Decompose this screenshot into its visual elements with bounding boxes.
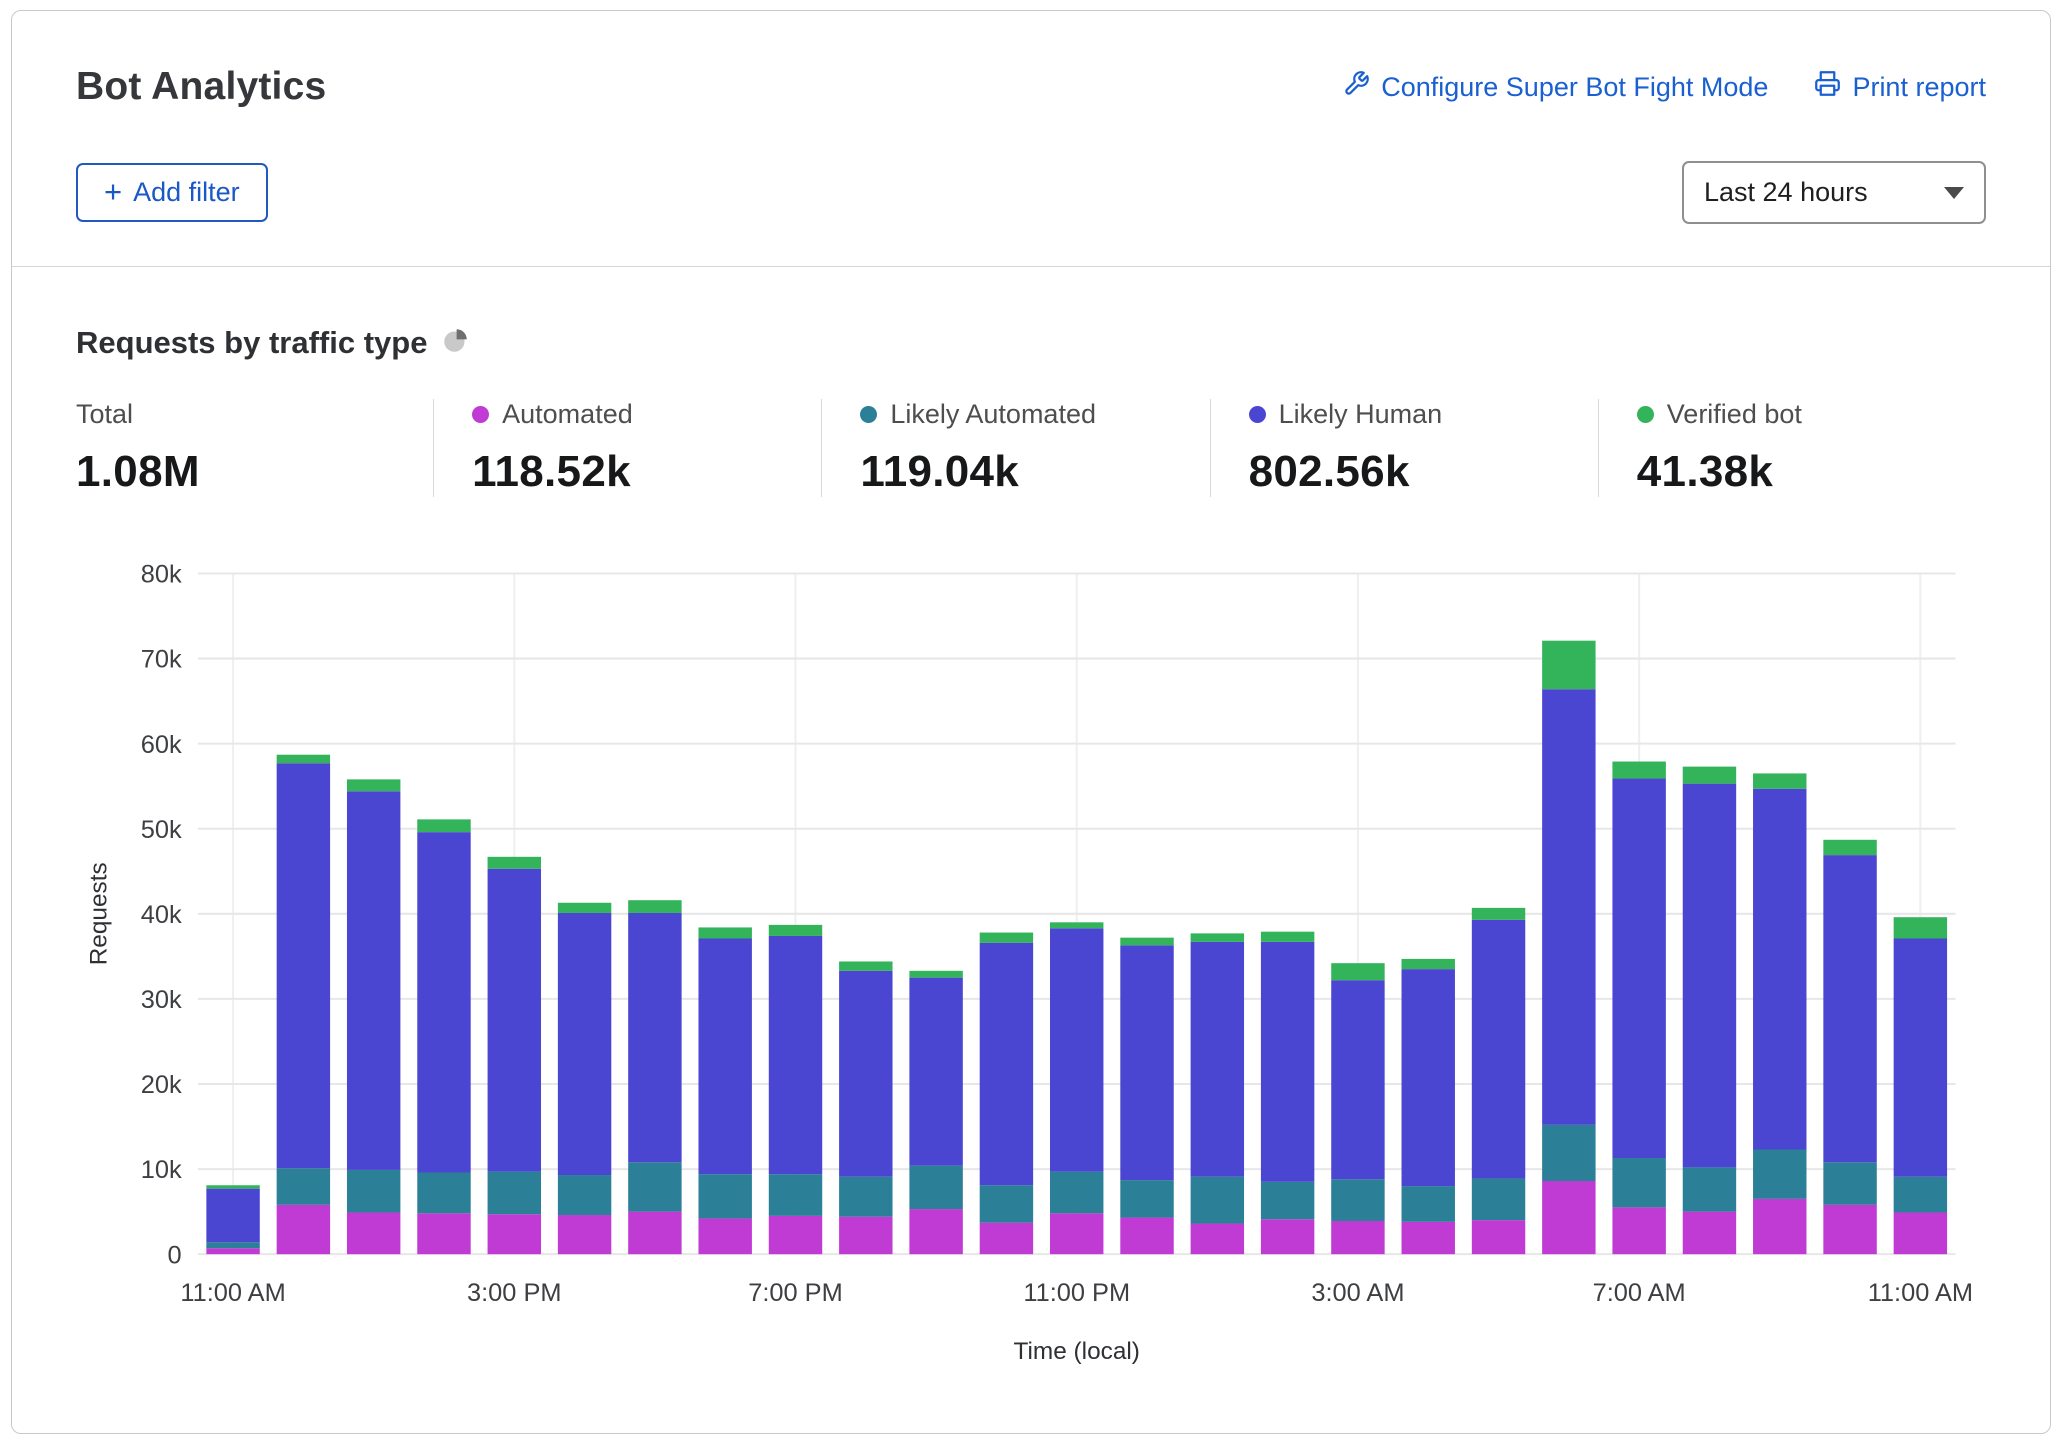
section-title: Requests by traffic type <box>76 325 427 361</box>
legend-dot-likely-human <box>1249 406 1266 423</box>
svg-text:0: 0 <box>168 1241 182 1269</box>
requests-by-traffic-type-chart: 0 10k 20k 30k 40k 50k 60k 70k 80k 11:00 AM 3:00 PM… <box>12 543 2050 1395</box>
stat-label: Total <box>76 399 133 430</box>
configure-link-label: Configure Super Bot Fight Mode <box>1381 72 1768 103</box>
svg-text:40k: 40k <box>141 901 182 929</box>
bot-analytics-card: Bot Analytics Configure Super Bot Fight … <box>11 10 2051 1434</box>
svg-text:3:00 PM: 3:00 PM <box>467 1279 562 1307</box>
svg-text:20k: 20k <box>141 1071 182 1099</box>
stat-label: Likely Automated <box>890 399 1096 430</box>
add-filter-button[interactable]: + Add filter <box>76 163 268 222</box>
svg-text:7:00 AM: 7:00 AM <box>1593 1279 1686 1307</box>
stat-total: Total 1.08M <box>76 399 433 497</box>
section-title-row: Requests by traffic type <box>12 325 2050 361</box>
svg-text:11:00 AM: 11:00 AM <box>1868 1279 1973 1307</box>
plus-icon: + <box>104 176 122 207</box>
header-divider <box>12 266 2050 267</box>
svg-text:80k: 80k <box>141 561 182 589</box>
stat-verified-bot[interactable]: Verified bot 41.38k <box>1598 399 1986 497</box>
stat-label: Automated <box>502 399 633 430</box>
wrench-icon <box>1343 70 1370 104</box>
stat-value: 41.38k <box>1637 447 1968 497</box>
controls-row: + Add filter Last 24 hours <box>12 161 2050 266</box>
svg-text:11:00 AM: 11:00 AM <box>180 1279 285 1307</box>
stat-value: 1.08M <box>76 447 415 497</box>
chevron-down-icon <box>1944 187 1964 199</box>
svg-text:10k: 10k <box>141 1156 182 1184</box>
print-link-label: Print report <box>1852 72 1986 103</box>
print-report-link[interactable]: Print report <box>1814 70 1986 104</box>
pie-chart-icon <box>442 327 469 359</box>
stat-value: 119.04k <box>860 447 1191 497</box>
legend-dot-verified-bot <box>1637 406 1654 423</box>
time-range-value: Last 24 hours <box>1704 177 1868 208</box>
page-title: Bot Analytics <box>76 65 326 109</box>
stats-row: Total 1.08M Automated 118.52k Likely Aut… <box>12 399 2050 497</box>
stacked-bar-chart: 0 10k 20k 30k 40k 50k 60k 70k 80k 11:00 AM 3:00 PM… <box>76 543 1986 1371</box>
svg-text:50k: 50k <box>141 816 182 844</box>
header-links: Configure Super Bot Fight Mode Print rep… <box>1343 70 1986 104</box>
legend-dot-likely-automated <box>860 406 877 423</box>
stat-value: 802.56k <box>1249 447 1580 497</box>
svg-text:7:00 PM: 7:00 PM <box>748 1279 843 1307</box>
svg-text:Requests: Requests <box>85 862 112 965</box>
stat-likely-automated[interactable]: Likely Automated 119.04k <box>821 399 1209 497</box>
card-header: Bot Analytics Configure Super Bot Fight … <box>12 11 2050 109</box>
printer-icon <box>1814 70 1841 104</box>
add-filter-label: Add filter <box>133 177 240 208</box>
legend-dot-automated <box>472 406 489 423</box>
svg-text:Time (local): Time (local) <box>1014 1338 1140 1365</box>
time-range-select[interactable]: Last 24 hours <box>1682 161 1986 224</box>
stat-label: Likely Human <box>1279 399 1443 430</box>
stat-value: 118.52k <box>472 447 803 497</box>
stat-likely-human[interactable]: Likely Human 802.56k <box>1210 399 1598 497</box>
configure-super-bot-fight-mode-link[interactable]: Configure Super Bot Fight Mode <box>1343 70 1768 104</box>
stat-label: Verified bot <box>1667 399 1802 430</box>
svg-text:70k: 70k <box>141 646 182 674</box>
svg-text:11:00 PM: 11:00 PM <box>1023 1279 1130 1307</box>
svg-text:60k: 60k <box>141 731 182 759</box>
svg-text:3:00 AM: 3:00 AM <box>1311 1279 1404 1307</box>
svg-text:30k: 30k <box>141 986 182 1014</box>
stat-automated[interactable]: Automated 118.52k <box>433 399 821 497</box>
